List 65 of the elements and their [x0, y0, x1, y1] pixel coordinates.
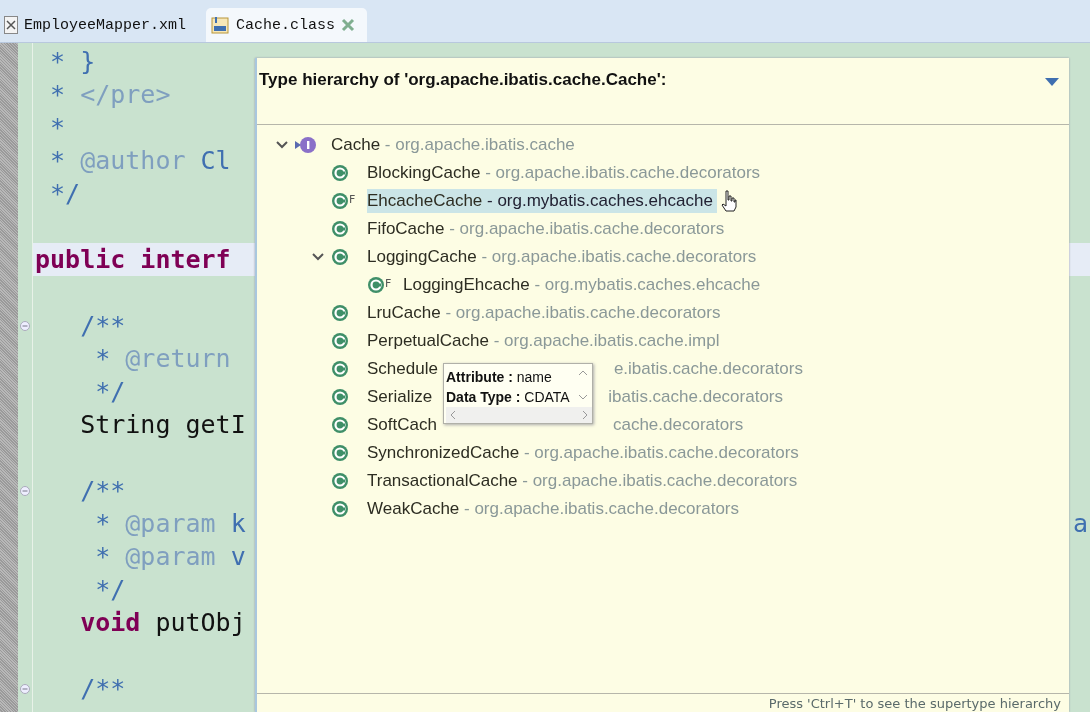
tree-item[interactable]: PerpetualCache - org.apache.ibatis.cache.impl: [367, 329, 724, 353]
package-name: ibatis.cache.decorators: [608, 387, 784, 407]
class-icon: [331, 304, 349, 322]
tree-item[interactable]: BlockingCache - org.apache.ibatis.cache.decorators: [367, 161, 765, 185]
tree-item[interactable]: WeakCache - org.apache.ibatis.cache.decorators: [367, 497, 743, 521]
fold-icon[interactable]: [20, 485, 30, 496]
tree-item[interactable]: SynchronizedCache - org.apache.ibatis.cache.decorators: [367, 441, 803, 465]
class-icon: [331, 388, 349, 406]
editor-tab[interactable]: Cache.class: [206, 8, 368, 42]
class-icon: [367, 276, 385, 294]
code-line: */: [94, 377, 126, 406]
class-icon: [331, 360, 349, 378]
tree-item[interactable]: Cache - org.apache.ibatis.cache: [331, 133, 579, 157]
tooltip-text: Attribute : name: [446, 368, 553, 387]
menu-caret-icon[interactable]: [1045, 78, 1059, 87]
code-line: String getI: [79, 410, 246, 439]
fold-icon[interactable]: [20, 683, 30, 694]
code-line: * }: [49, 47, 96, 76]
class-file-icon: [210, 15, 231, 35]
footer-hint: Press 'Ctrl+T' to see the supertype hierarchy: [768, 695, 1061, 711]
class-icon: [331, 416, 349, 434]
code-line: */: [49, 179, 81, 208]
tooltip-text: Data Type : CDATA: [446, 388, 571, 407]
code-line: /**: [79, 476, 126, 505]
interface-icon: [295, 136, 317, 154]
tree-item[interactable]: TransactionalCache - org.apache.ibatis.cache.decorators: [367, 469, 802, 493]
tree-item[interactable]: Serialize: [367, 385, 437, 409]
code-line: *: [49, 113, 66, 142]
class-icon: [331, 332, 349, 350]
code-fragment: a: [1072, 509, 1088, 538]
class-icon: [331, 192, 349, 210]
fold-icon[interactable]: [20, 320, 30, 331]
class-icon: [331, 472, 349, 490]
code-line: void putObj: [79, 608, 246, 637]
tree-item[interactable]: EhcacheCache - org.mybatis.caches.ehcache: [367, 189, 717, 213]
editor-tab[interactable]: EmployeeMapper.xml: [0, 8, 199, 42]
package-name: cache.decorators: [612, 415, 744, 435]
code-line: * @author Cl: [49, 146, 231, 175]
class-icon: [331, 248, 349, 266]
expand-caret-icon[interactable]: [312, 253, 324, 261]
package-name: e.ibatis.cache.decorators: [613, 359, 803, 379]
tree-item[interactable]: LoggingCache - org.apache.ibatis.cache.decorators: [367, 245, 761, 269]
tree-item[interactable]: LruCache - org.apache.ibatis.cache.decorators: [367, 301, 725, 325]
expand-caret-icon[interactable]: [276, 141, 288, 149]
final-marker: F: [385, 277, 392, 290]
tree-item[interactable]: FifoCache - org.apache.ibatis.cache.decorators: [367, 217, 729, 241]
code-line: */: [94, 575, 126, 604]
final-marker: F: [349, 193, 356, 206]
code-line: public interf: [35, 245, 231, 274]
code-line: * @param k: [94, 509, 246, 538]
popup-title: Type hierarchy of 'org.apache.ibatis.cache.Cache':: [259, 70, 667, 90]
class-icon: [331, 220, 349, 238]
code-line: /**: [79, 674, 126, 703]
tree-item[interactable]: LoggingEhcache - org.mybatis.caches.ehcache: [403, 273, 765, 297]
code-line: * @return: [94, 344, 231, 373]
class-icon: [331, 164, 349, 182]
class-icon: [331, 444, 349, 462]
xml-file-icon: [4, 16, 18, 34]
code-line: * </pre>: [49, 80, 171, 109]
tree-item[interactable]: SoftCach: [367, 413, 441, 437]
close-icon[interactable]: [341, 18, 356, 32]
code-line: /**: [79, 311, 126, 340]
code-line: * @param v: [94, 542, 246, 571]
tree-item[interactable]: Schedule: [367, 357, 442, 381]
class-icon: [331, 500, 349, 518]
